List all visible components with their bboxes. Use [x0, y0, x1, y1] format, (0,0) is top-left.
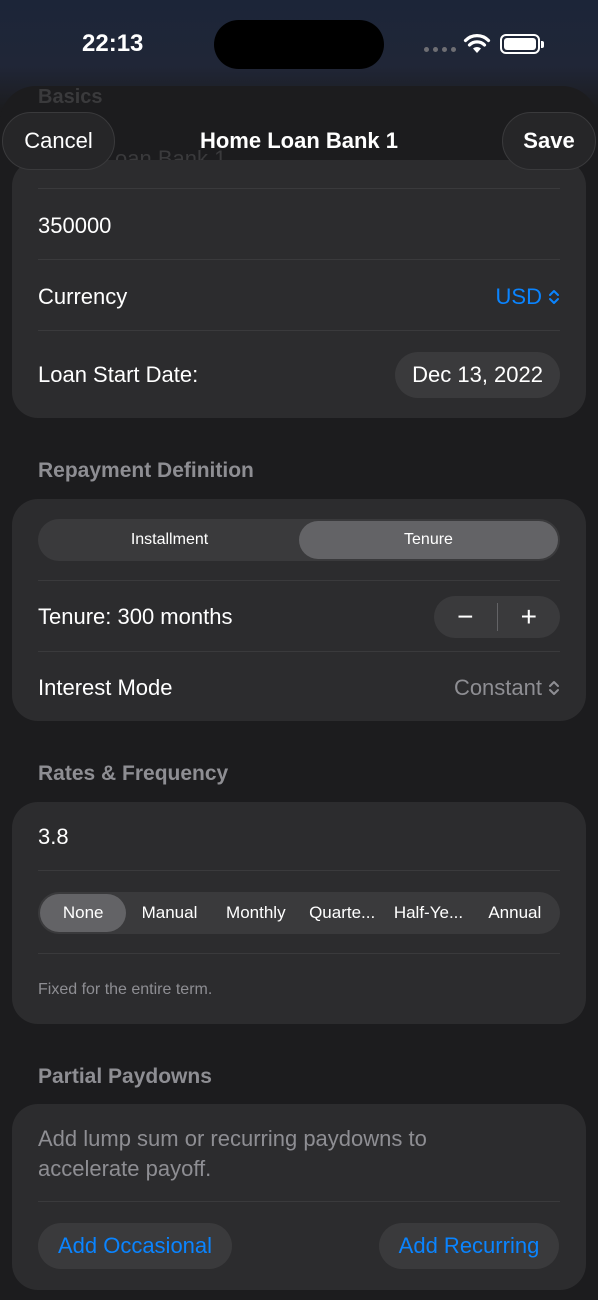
- rates-card: 3.8 None Manual Monthly Quarte... Half-Y…: [12, 802, 586, 1024]
- basics-card: 350000 Currency USD Loan Start Date: Dec…: [12, 160, 586, 418]
- segment-annual[interactable]: Annual: [472, 894, 558, 932]
- scrolled-section-title: Basics: [38, 86, 103, 108]
- amount-row[interactable]: 350000: [38, 206, 560, 246]
- increment-button[interactable]: +: [498, 601, 561, 633]
- currency-row[interactable]: Currency USD: [38, 277, 560, 317]
- paydowns-card: Add lump sum or recurring paydowns to ac…: [12, 1104, 586, 1290]
- segment-quarterly[interactable]: Quarte...: [299, 894, 385, 932]
- currency-value: USD: [495, 284, 542, 309]
- repayment-section-title: Repayment Definition: [38, 459, 254, 482]
- divider: [38, 953, 560, 954]
- battery-icon: [500, 34, 544, 54]
- amount-field[interactable]: 350000: [38, 213, 111, 239]
- segment-manual[interactable]: Manual: [126, 894, 212, 932]
- repayment-card: Installment Tenure Tenure: 300 months − …: [12, 499, 586, 721]
- divider: [38, 188, 560, 189]
- divider: [38, 1201, 560, 1202]
- segment-monthly[interactable]: Monthly: [213, 894, 299, 932]
- status-time: 22:13: [82, 30, 144, 57]
- divider: [38, 870, 560, 871]
- tenure-row: Tenure: 300 months − +: [38, 596, 560, 638]
- decrement-button[interactable]: −: [434, 601, 497, 633]
- add-recurring-button[interactable]: Add Recurring: [379, 1223, 559, 1269]
- rates-section-title: Rates & Frequency: [38, 762, 229, 785]
- start-date-row: Loan Start Date: Dec 13, 2022: [38, 352, 560, 398]
- add-occasional-button[interactable]: Add Occasional: [38, 1223, 232, 1269]
- segment-tenure[interactable]: Tenure: [299, 521, 558, 559]
- interest-mode-row[interactable]: Interest Mode Constant: [38, 668, 560, 708]
- divider: [38, 259, 560, 260]
- repayment-segmented-control[interactable]: Installment Tenure: [38, 519, 560, 561]
- segment-installment[interactable]: Installment: [40, 521, 299, 559]
- segment-half-yearly[interactable]: Half-Ye...: [385, 894, 471, 932]
- paydowns-description: Add lump sum or recurring paydowns to ac…: [38, 1126, 427, 1181]
- save-button[interactable]: Save: [502, 112, 596, 170]
- interest-mode-value: Constant: [453, 675, 542, 700]
- start-date-picker[interactable]: Dec 13, 2022: [395, 352, 560, 398]
- signal-icon: [424, 47, 456, 52]
- currency-label: Currency: [38, 284, 128, 309]
- rate-field[interactable]: 3.8: [38, 824, 69, 850]
- currency-picker[interactable]: USD: [496, 284, 560, 310]
- interest-mode-label: Interest Mode: [38, 675, 173, 700]
- tenure-stepper[interactable]: − +: [434, 596, 560, 638]
- chevron-up-down-icon: [549, 681, 559, 695]
- start-date-label: Loan Start Date:: [38, 362, 199, 387]
- divider: [38, 651, 560, 652]
- interest-mode-picker[interactable]: Constant: [454, 675, 560, 701]
- paydowns-section-title: Partial Paydowns: [38, 1065, 212, 1088]
- dynamic-island: [214, 20, 384, 69]
- divider: [38, 580, 560, 581]
- rate-row[interactable]: 3.8: [38, 817, 560, 857]
- segment-none[interactable]: None: [40, 894, 127, 932]
- tenure-label: Tenure: 300 months: [38, 604, 233, 629]
- rate-note: Fixed for the entire term.: [38, 981, 213, 998]
- divider: [38, 330, 560, 331]
- chevron-up-down-icon: [549, 290, 559, 304]
- frequency-segmented-control[interactable]: None Manual Monthly Quarte... Half-Ye...…: [38, 892, 560, 934]
- wifi-icon: [463, 34, 491, 53]
